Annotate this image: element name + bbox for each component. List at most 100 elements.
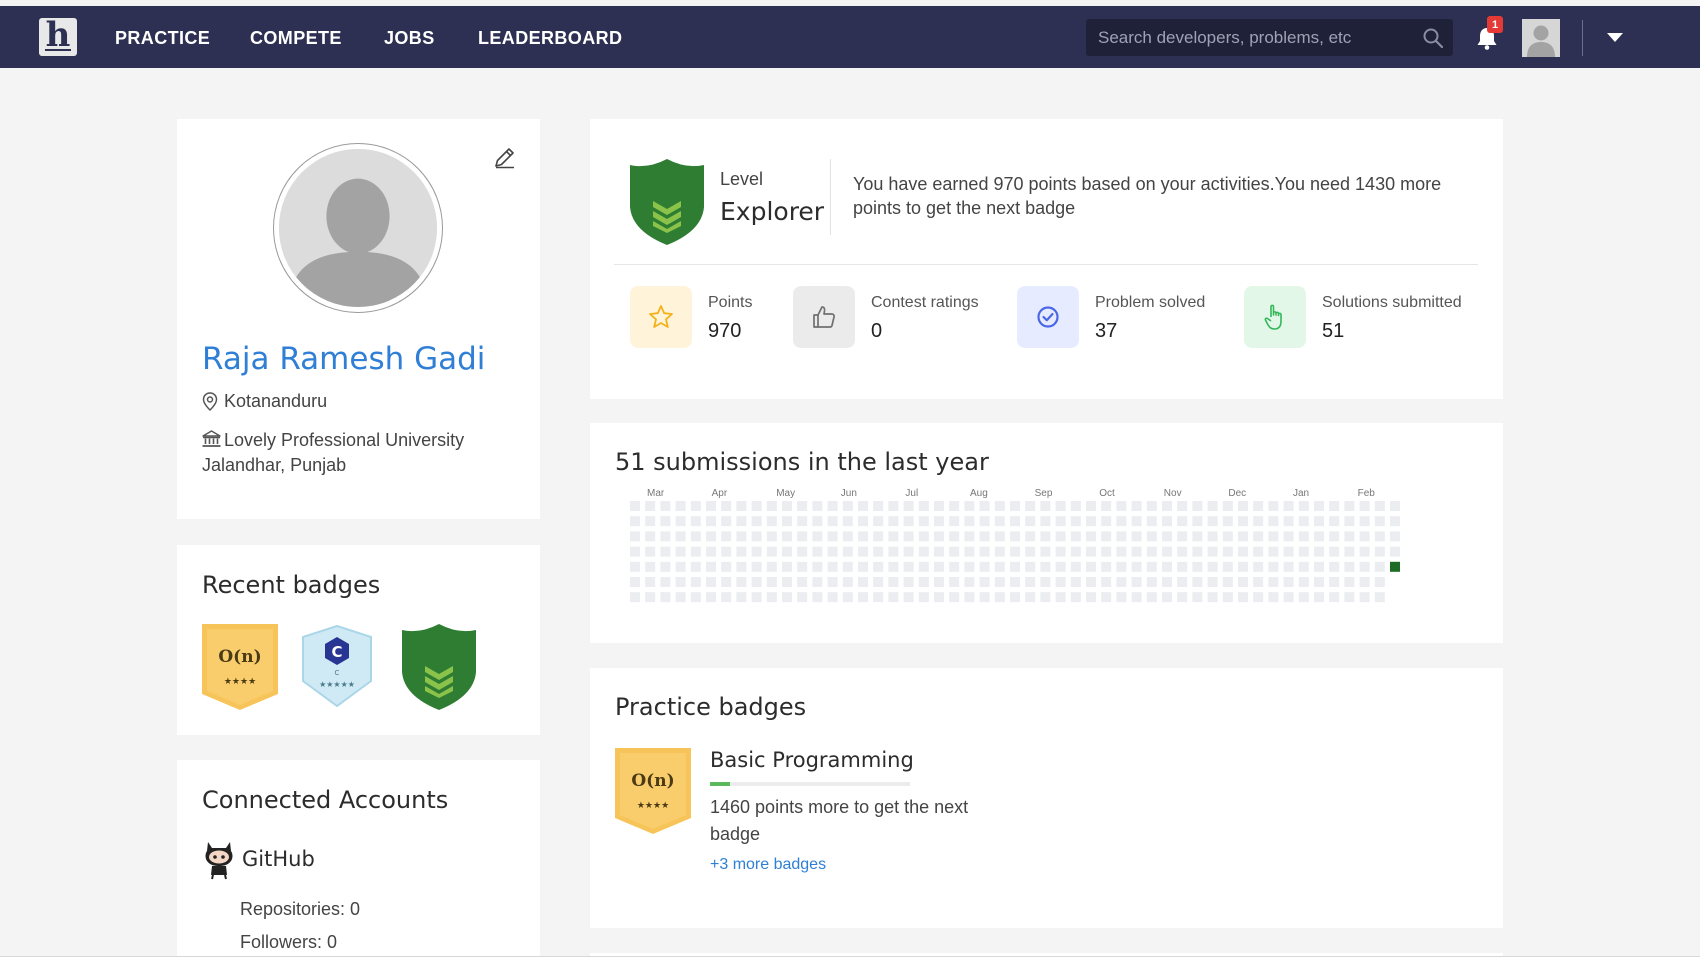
heatmap-cell[interactable]: [1146, 561, 1157, 572]
heatmap-cell[interactable]: [1177, 516, 1188, 527]
heatmap-cell[interactable]: [1086, 561, 1096, 572]
heatmap-cell[interactable]: [690, 592, 701, 603]
heatmap-cell[interactable]: [1268, 531, 1279, 542]
heatmap-cell[interactable]: [1040, 531, 1051, 542]
heatmap-cell[interactable]: [1344, 531, 1355, 542]
heatmap-cell[interactable]: [1374, 531, 1385, 542]
heatmap-cell[interactable]: [949, 561, 960, 572]
heatmap-cell[interactable]: [751, 561, 762, 572]
heatmap-cell[interactable]: [766, 577, 777, 587]
heatmap-cell[interactable]: [1253, 516, 1264, 527]
heatmap-cell[interactable]: [1359, 546, 1370, 557]
heatmap-cell[interactable]: [1025, 531, 1036, 542]
heatmap-cell[interactable]: [1040, 501, 1051, 511]
heatmap-cell[interactable]: [873, 501, 884, 511]
heatmap-cell[interactable]: [1344, 516, 1355, 527]
heatmap-cell[interactable]: [827, 516, 838, 527]
heatmap-cell[interactable]: [736, 561, 747, 572]
heatmap-cell[interactable]: [1101, 561, 1112, 572]
heatmap-cell[interactable]: [903, 546, 914, 557]
heatmap-cell[interactable]: [873, 561, 884, 572]
heatmap-cell[interactable]: [842, 531, 853, 542]
heatmap-cell[interactable]: [949, 516, 960, 527]
heatmap-cell[interactable]: [934, 531, 944, 542]
heatmap-cell[interactable]: [1374, 577, 1385, 587]
heatmap-cell[interactable]: [1162, 561, 1172, 572]
heatmap-cell[interactable]: [675, 531, 686, 542]
heatmap-cell[interactable]: [1192, 561, 1203, 572]
heatmap-cell[interactable]: [1329, 516, 1340, 527]
heatmap-cell[interactable]: [842, 501, 853, 511]
heatmap-cell[interactable]: [827, 501, 838, 511]
heatmap-cell[interactable]: [1298, 531, 1309, 542]
heatmap-cell[interactable]: [1207, 546, 1218, 557]
heatmap-cell[interactable]: [1146, 531, 1157, 542]
heatmap-cell[interactable]: [858, 577, 868, 587]
heatmap-cell[interactable]: [1162, 577, 1172, 587]
hackerearth-logo-icon[interactable]: h: [39, 18, 77, 56]
heatmap-cell[interactable]: [797, 546, 808, 557]
heatmap-cell[interactable]: [1162, 531, 1172, 542]
heatmap-cell[interactable]: [934, 577, 944, 587]
heatmap-cell[interactable]: [827, 546, 838, 557]
heatmap-cell[interactable]: [1314, 577, 1324, 587]
heatmap-cell[interactable]: [1040, 592, 1051, 603]
heatmap-cell[interactable]: [812, 516, 823, 527]
heatmap-cell[interactable]: [979, 561, 990, 572]
heatmap-cell[interactable]: [1329, 561, 1340, 572]
heatmap-cell[interactable]: [1010, 546, 1020, 557]
heatmap-cell[interactable]: [1344, 501, 1355, 511]
heatmap-cell[interactable]: [766, 516, 777, 527]
heatmap-cell[interactable]: [1222, 577, 1233, 587]
edit-pencil-icon[interactable]: [493, 145, 517, 169]
heatmap-cell[interactable]: [1131, 531, 1142, 542]
heatmap-cell[interactable]: [858, 516, 868, 527]
heatmap-cell[interactable]: [1146, 516, 1157, 527]
heatmap-cell[interactable]: [812, 531, 823, 542]
heatmap-cell[interactable]: [1359, 516, 1370, 527]
heatmap-cell[interactable]: [782, 561, 792, 572]
heatmap-cell[interactable]: [1146, 592, 1157, 603]
heatmap-cell[interactable]: [812, 561, 823, 572]
heatmap-cell[interactable]: [1055, 592, 1066, 603]
heatmap-cell[interactable]: [706, 577, 716, 587]
heatmap-cell[interactable]: [1192, 592, 1203, 603]
heatmap-cell[interactable]: [1283, 546, 1294, 557]
heatmap-cell[interactable]: [964, 531, 975, 542]
heatmap-cell[interactable]: [1040, 561, 1051, 572]
heatmap-cell[interactable]: [888, 546, 899, 557]
heatmap-cell[interactable]: [645, 501, 656, 511]
heatmap-cell[interactable]: [1298, 592, 1309, 603]
heatmap-cell[interactable]: [736, 546, 747, 557]
nav-practice[interactable]: PRACTICE: [115, 28, 210, 49]
heatmap-cell[interactable]: [888, 531, 899, 542]
heatmap-cell[interactable]: [797, 561, 808, 572]
search-icon[interactable]: [1423, 28, 1443, 48]
heatmap-cell[interactable]: [994, 501, 1005, 511]
heatmap-cell[interactable]: [994, 592, 1005, 603]
heatmap-cell[interactable]: [1253, 577, 1264, 587]
heatmap-cell[interactable]: [1298, 516, 1309, 527]
heatmap-cell[interactable]: [1101, 501, 1112, 511]
heatmap-cell[interactable]: [949, 577, 960, 587]
heatmap-cell[interactable]: [827, 561, 838, 572]
heatmap-cell[interactable]: [1025, 592, 1036, 603]
heatmap-cell[interactable]: [1207, 561, 1218, 572]
heatmap-cell[interactable]: [1238, 546, 1248, 557]
heatmap-cell[interactable]: [918, 501, 929, 511]
heatmap-cell[interactable]: [858, 592, 868, 603]
heatmap-cell[interactable]: [964, 577, 975, 587]
heatmap-cell[interactable]: [873, 546, 884, 557]
heatmap-cell[interactable]: [934, 501, 944, 511]
heatmap-cell[interactable]: [1192, 546, 1203, 557]
heatmap-cell[interactable]: [1055, 501, 1066, 511]
heatmap-cell[interactable]: [660, 592, 671, 603]
heatmap-cell[interactable]: [1025, 577, 1036, 587]
heatmap-cell[interactable]: [1374, 516, 1385, 527]
heatmap-cell[interactable]: [736, 531, 747, 542]
heatmap-cell[interactable]: [660, 561, 671, 572]
heatmap-cell[interactable]: [1359, 531, 1370, 542]
heatmap-cell[interactable]: [766, 592, 777, 603]
heatmap-cell[interactable]: [1390, 546, 1400, 557]
github-account-row[interactable]: GitHub: [202, 838, 315, 880]
